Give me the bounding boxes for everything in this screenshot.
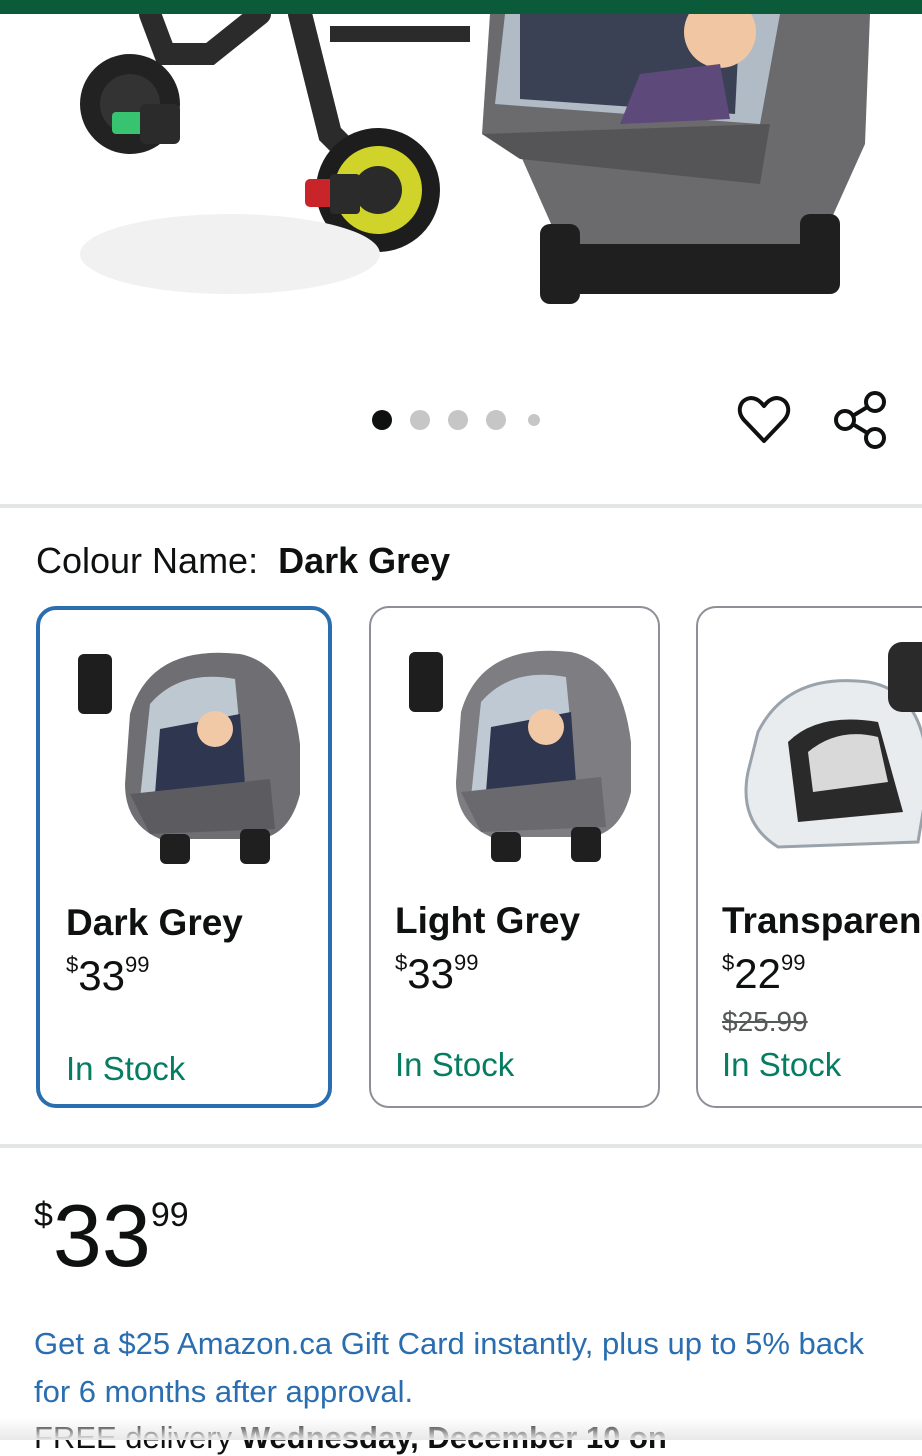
variation-label-text: Colour Name: — [36, 540, 259, 581]
price-whole: 22 — [734, 950, 781, 997]
section-divider — [0, 1144, 922, 1148]
price-whole: 33 — [407, 950, 454, 997]
carousel-dot-5[interactable] — [528, 414, 540, 426]
carousel-dots[interactable] — [372, 408, 558, 432]
carousel-dot-4[interactable] — [486, 410, 506, 430]
top-status-strip — [0, 0, 922, 14]
swatch-name: Light Grey — [395, 900, 581, 941]
price-fraction: 99 — [124, 952, 150, 977]
section-divider — [0, 504, 922, 508]
swatch-name: Transparent — [722, 900, 922, 941]
stock-status: In Stock — [722, 1046, 842, 1083]
swatch-thumbnail — [78, 652, 300, 864]
swatch-transparent[interactable]: Transparent $2299 $25.99 In Stock — [696, 606, 922, 1108]
carousel-dot-1[interactable] — [372, 410, 392, 430]
price-whole: 33 — [78, 952, 125, 999]
stock-status: In Stock — [395, 1046, 515, 1083]
swatch-dark-grey[interactable]: Dark Grey $3399 In Stock — [36, 606, 332, 1108]
stroller-car-seat-illustration — [80, 14, 870, 304]
carousel-dot-3[interactable] — [448, 410, 468, 430]
gift-card-promo-link[interactable]: Get a $25 Amazon.ca Gift Card instantly,… — [34, 1320, 894, 1416]
price-symbol: $ — [722, 950, 735, 975]
swatch-price: $2299 — [722, 950, 805, 998]
price-fraction: 99 — [150, 1196, 189, 1234]
price-whole: 33 — [52, 1186, 151, 1285]
carousel-dot-2[interactable] — [410, 410, 430, 430]
swatch-thumbnail — [409, 650, 631, 862]
product-image[interactable] — [0, 14, 922, 384]
stock-status: In Stock — [66, 1050, 186, 1087]
swatch-name: Dark Grey — [66, 902, 243, 943]
swatch-price: $3399 — [66, 952, 149, 1000]
price-fraction: 99 — [453, 950, 479, 975]
swatch-price: $3399 — [395, 950, 478, 998]
share-icon[interactable] — [832, 390, 890, 450]
price-symbol: $ — [395, 950, 408, 975]
variation-label: Colour Name: Dark Grey — [36, 540, 450, 582]
heart-icon[interactable] — [736, 392, 792, 448]
swatch-light-grey[interactable]: Light Grey $3399 In Stock — [369, 606, 660, 1108]
selected-variation-value: Dark Grey — [278, 540, 451, 581]
bottom-fade — [0, 1418, 922, 1440]
product-price: $3399 — [34, 1192, 189, 1280]
was-price: $25.99 — [722, 1006, 808, 1037]
swatch-thumbnail — [744, 642, 922, 849]
price-symbol: $ — [66, 952, 79, 977]
price-symbol: $ — [34, 1196, 53, 1234]
price-fraction: 99 — [780, 950, 806, 975]
